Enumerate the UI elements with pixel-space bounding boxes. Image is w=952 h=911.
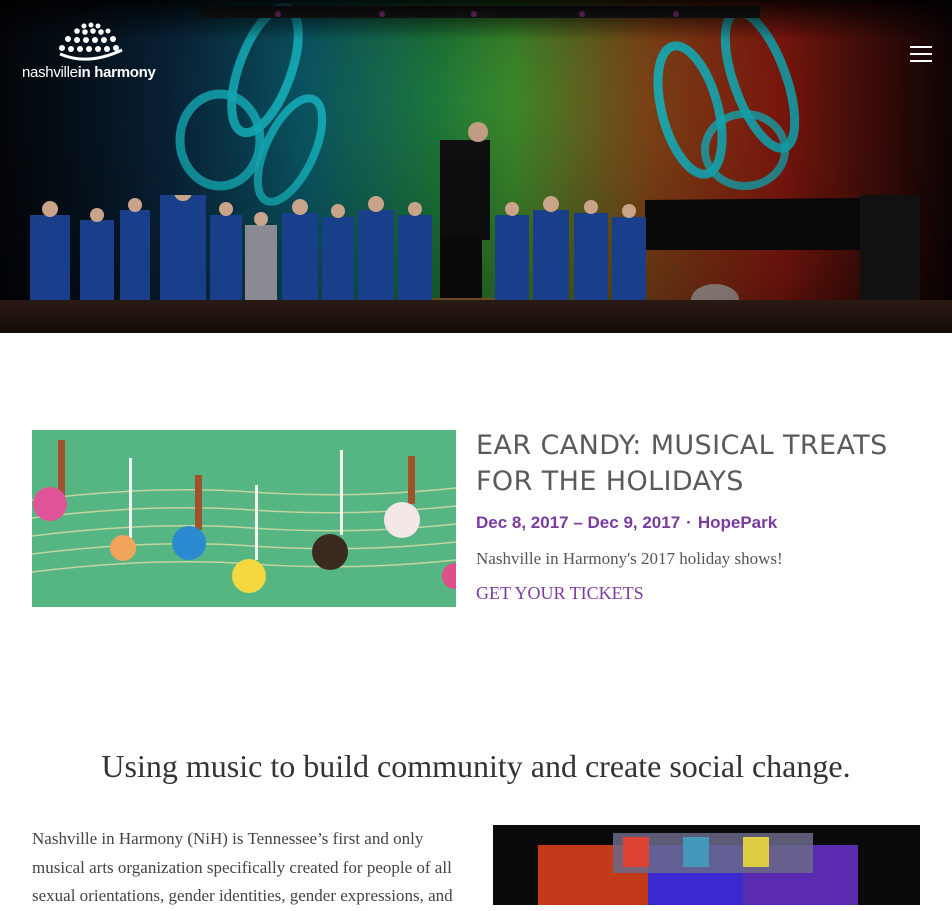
event-image[interactable] [32, 430, 456, 607]
choir-graphic [30, 195, 920, 305]
logo-mark-icon [59, 22, 123, 61]
candy-music-notes-graphic [32, 430, 456, 607]
hamburger-menu-icon[interactable] [905, 42, 937, 66]
site-logo[interactable]: nashvillein harmony [22, 20, 162, 90]
event-title[interactable]: EAR CANDY: MUSICAL TREATS FOR THE HOLIDA… [476, 428, 926, 500]
stage-floor [0, 300, 952, 333]
stage-flags-graphic [493, 825, 920, 905]
hero-banner: nashvillein harmony [0, 0, 952, 333]
logo-text: nashvillein harmony [22, 64, 156, 81]
event-description: Nashville in Harmony's 2017 holiday show… [476, 549, 783, 568]
about-paragraph: Nashville in Harmony (NiH) is Tennessee’… [32, 829, 453, 905]
event-meta: Dec 8, 2017 – Dec 9, 2017 · HopePark [476, 513, 777, 533]
event-dates: Dec 8, 2017 – Dec 9, 2017 [476, 513, 681, 532]
pride-flags-image [493, 825, 920, 905]
event-venue[interactable]: HopePark [698, 513, 777, 532]
meta-separator: · [686, 513, 692, 532]
get-tickets-link[interactable]: GET YOUR TICKETS [476, 583, 644, 604]
mission-heading: Using music to build community and creat… [101, 748, 851, 784]
